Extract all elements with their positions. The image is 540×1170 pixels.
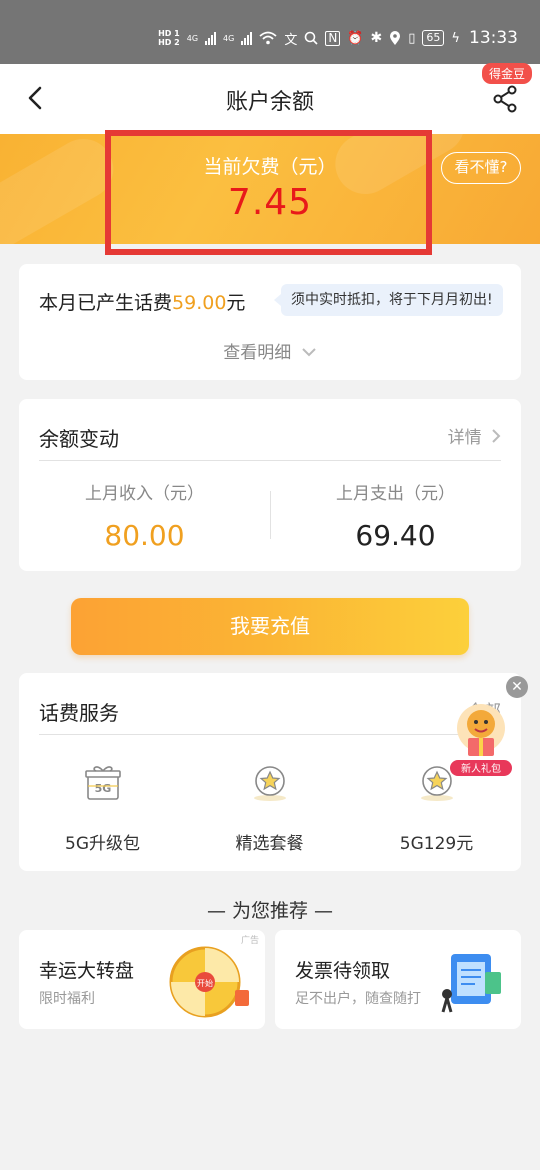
month-charges-card: 本月已产生话费59.00元 须中实时抵扣，将于下月月初出! 查看明细: [19, 264, 521, 380]
recommend-title: — 为您推荐 —: [206, 900, 334, 922]
star-medal-icon: [253, 766, 286, 801]
balance-change-card: 余额变动 详情 上月收入（元） 80.00 上月支出（元） 69.40: [19, 399, 521, 571]
deduction-tip: 须中实时抵扣，将于下月月初出!: [274, 284, 503, 316]
service-label: 精选套餐: [235, 834, 304, 854]
balance-detail-label: 详情: [447, 428, 482, 448]
lucky-wheel-title: 幸运大转盘: [39, 960, 135, 982]
net1-label: 4G: [186, 33, 199, 43]
share-icon[interactable]: [492, 84, 518, 114]
status-bar: HD 1 HD 2 4G 4G 文 N ⏰ ✱ ▯ 65 ϟ 13:33: [0, 0, 540, 64]
vibrate-icon: ▯: [408, 30, 416, 46]
recharge-button[interactable]: 我要充值: [71, 598, 469, 655]
charging-icon: ϟ: [451, 30, 460, 46]
month-charges-suffix: 元: [226, 292, 246, 314]
month-charges-text: 本月已产生话费59.00元: [39, 288, 245, 315]
month-charges-amount: 59.00: [172, 292, 227, 314]
new-user-gift-icon[interactable]: 新人礼包: [446, 700, 516, 778]
divider: [39, 460, 501, 461]
hd1-label: HD 1: [158, 29, 180, 38]
service-item-plans[interactable]: 精选套餐: [186, 763, 353, 854]
page-title: 账户余额: [225, 90, 314, 115]
help-button[interactable]: 看不懂?: [441, 152, 521, 184]
hd-indicator: HD 1 HD 2: [158, 29, 180, 47]
service-label: 5G升级包: [65, 834, 140, 854]
income-label: 上月收入（元）: [85, 484, 204, 504]
wheel-start-label: 开始: [197, 978, 213, 988]
wifi-icon: [259, 31, 277, 45]
balance-detail-link[interactable]: 详情: [448, 423, 501, 448]
bluetooth-icon: ✱: [370, 30, 383, 46]
app-header: 账户余额 得金豆: [0, 63, 540, 134]
chevron-right-icon: [492, 429, 501, 443]
gift-5g-icon: 5G: [84, 766, 121, 800]
invoice-subtitle: 足不出户，随查随打: [295, 991, 421, 1007]
location-icon: [390, 30, 401, 45]
gold-bean-badge[interactable]: 得金豆: [481, 63, 532, 84]
new-user-gift-label: 新人礼包: [461, 762, 501, 775]
expense-label: 上月支出（元）: [336, 484, 455, 504]
service-label: 5G129元: [399, 834, 474, 854]
chevron-down-icon: [301, 348, 316, 357]
invoice-card[interactable]: 发票待领取 足不出户，随查随打: [275, 930, 521, 1029]
svg-text:5G: 5G: [94, 782, 111, 795]
invoice-icon: [441, 954, 501, 1013]
highlight-box: [105, 130, 432, 255]
balance-change-title: 余额变动: [39, 427, 119, 451]
signal-icon: [205, 31, 217, 45]
lucky-wheel-subtitle: 限时福利: [39, 991, 95, 1007]
invoice-title: 发票待领取: [295, 960, 391, 982]
search-icon: [305, 31, 318, 45]
close-icon[interactable]: ✕: [506, 676, 528, 698]
lucky-wheel-card[interactable]: 幸运大转盘 限时福利 广告 开始: [19, 930, 265, 1029]
alarm-icon: ⏰: [347, 30, 364, 46]
translate-icon: 文: [284, 32, 298, 48]
signal-icon: [241, 31, 253, 45]
net2-label: 4G: [223, 33, 235, 43]
clock: 13:33: [469, 28, 518, 48]
prize-wheel-icon: 开始: [169, 946, 249, 1018]
hd2-label: HD 2: [158, 38, 180, 47]
battery-icon: 65: [422, 30, 445, 46]
nfc-icon: N: [325, 30, 341, 46]
expense-value: 69.40: [355, 519, 436, 552]
view-detail-label: 查看明细: [223, 343, 292, 363]
view-detail-link[interactable]: 查看明细: [19, 338, 521, 363]
income-value: 80.00: [104, 519, 185, 552]
divider: [39, 734, 501, 735]
services-title: 话费服务: [39, 701, 119, 725]
month-charges-prefix: 本月已产生话费: [39, 292, 173, 314]
service-item-5g-upgrade[interactable]: 5G 5G升级包: [19, 763, 186, 854]
